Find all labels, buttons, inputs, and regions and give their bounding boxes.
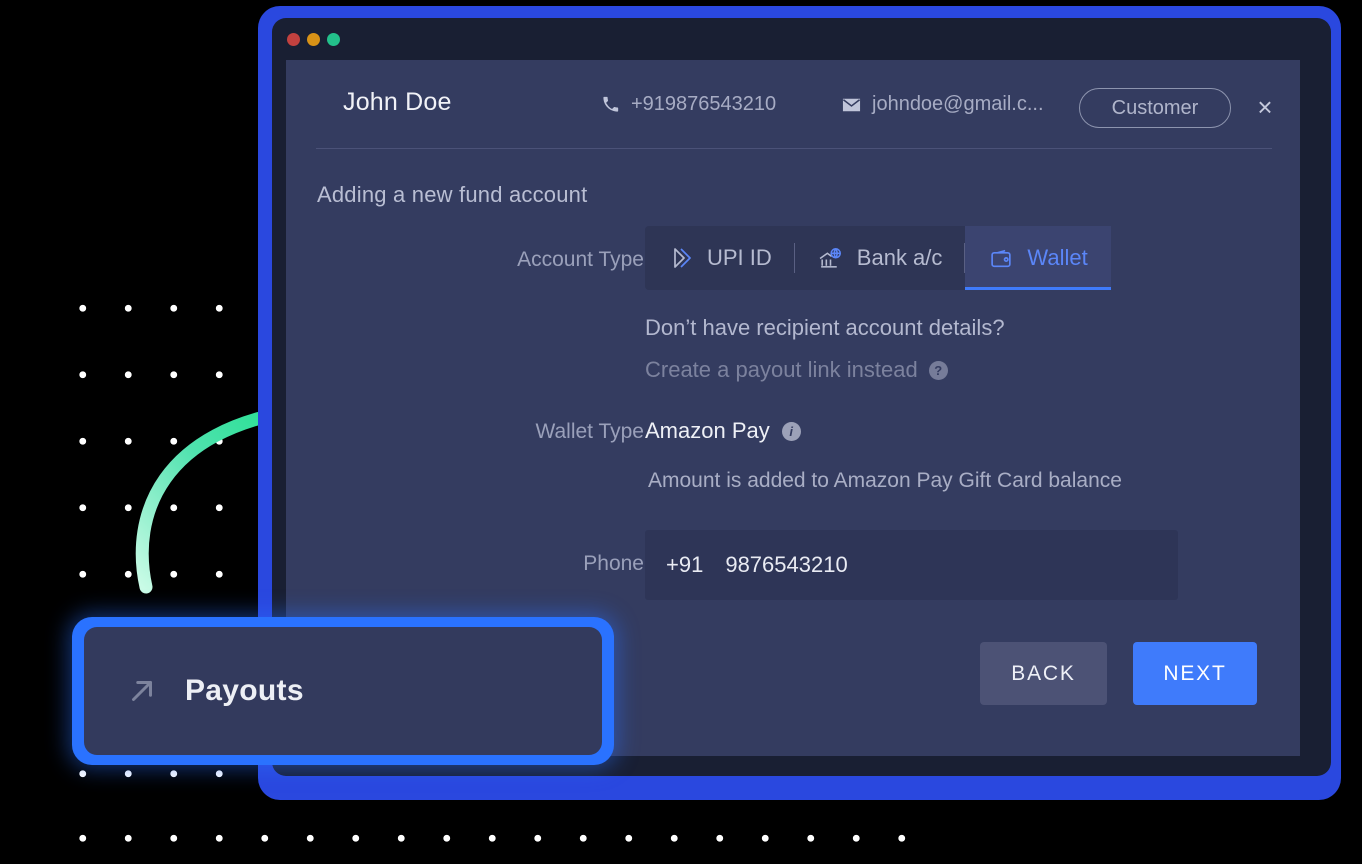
wallet-icon (988, 245, 1014, 271)
status-badge: Customer (1079, 88, 1231, 128)
next-button[interactable]: NEXT (1133, 642, 1257, 705)
upi-icon (668, 245, 694, 271)
payouts-callout-label: Payouts (185, 674, 304, 707)
bank-icon (818, 245, 844, 271)
modal-footer: BACK NEXT (980, 642, 1257, 705)
account-type-label: Account Type (517, 248, 644, 271)
info-icon[interactable]: i (781, 421, 801, 441)
tab-upi-id[interactable]: UPI ID (645, 226, 795, 290)
mail-icon (841, 96, 861, 114)
wallet-type-value-row: Amazon Pay i (645, 418, 801, 444)
payout-link-question: Don’t have recipient account details? (645, 315, 1005, 340)
account-type-tab-group: UPI ID Bank a/c Wallet (645, 226, 1111, 290)
payouts-callout[interactable]: Payouts (84, 627, 602, 755)
customer-email: johndoe@gmail.c... (841, 93, 1044, 116)
dot-grid-pattern-bottom (56, 800, 936, 860)
wallet-type-note: Amount is added to Amazon Pay Gift Card … (648, 469, 1122, 492)
form-title: Adding a new fund account (317, 182, 588, 207)
arrow-up-right-icon (125, 674, 159, 708)
customer-phone-value: +919876543210 (631, 93, 777, 115)
phone-input[interactable]: +91 9876543210 (645, 530, 1178, 600)
wallet-type-value: Amazon Pay (645, 418, 770, 443)
window-close-traffic-light[interactable] (287, 33, 300, 46)
tab-bank-account[interactable]: Bank a/c (795, 226, 966, 290)
customer-email-value: johndoe@gmail.c... (872, 93, 1044, 115)
phone-number-value: 9876543210 (725, 552, 848, 577)
phone-icon (600, 96, 620, 114)
screenshot-stage: John Doe +919876543210 johndoe@gmail.c..… (0, 0, 1362, 864)
tab-bank-account-label: Bank a/c (856, 245, 943, 270)
wallet-type-label: Wallet Type (535, 420, 644, 443)
tab-wallet[interactable]: Wallet (965, 226, 1111, 290)
create-payout-link-label: Create a payout link instead (645, 357, 918, 382)
phone-label: Phone (583, 552, 644, 575)
window-maximize-traffic-light[interactable] (327, 33, 340, 46)
phone-country-code: +91 (666, 552, 704, 577)
customer-phone: +919876543210 (600, 93, 776, 116)
create-payout-link[interactable]: Create a payout link instead ? (645, 357, 948, 383)
customer-name: John Doe (343, 88, 452, 116)
modal-header: John Doe +919876543210 johndoe@gmail.c..… (286, 60, 1300, 148)
help-icon[interactable]: ? (928, 360, 948, 380)
header-divider (316, 148, 1272, 149)
window-titlebar (0, 0, 1362, 44)
tab-upi-id-label: UPI ID (707, 245, 772, 270)
back-button[interactable]: BACK (980, 642, 1107, 705)
tab-wallet-label: Wallet (1027, 245, 1088, 270)
window-minimize-traffic-light[interactable] (307, 33, 320, 46)
close-icon[interactable]: × (1248, 90, 1282, 124)
